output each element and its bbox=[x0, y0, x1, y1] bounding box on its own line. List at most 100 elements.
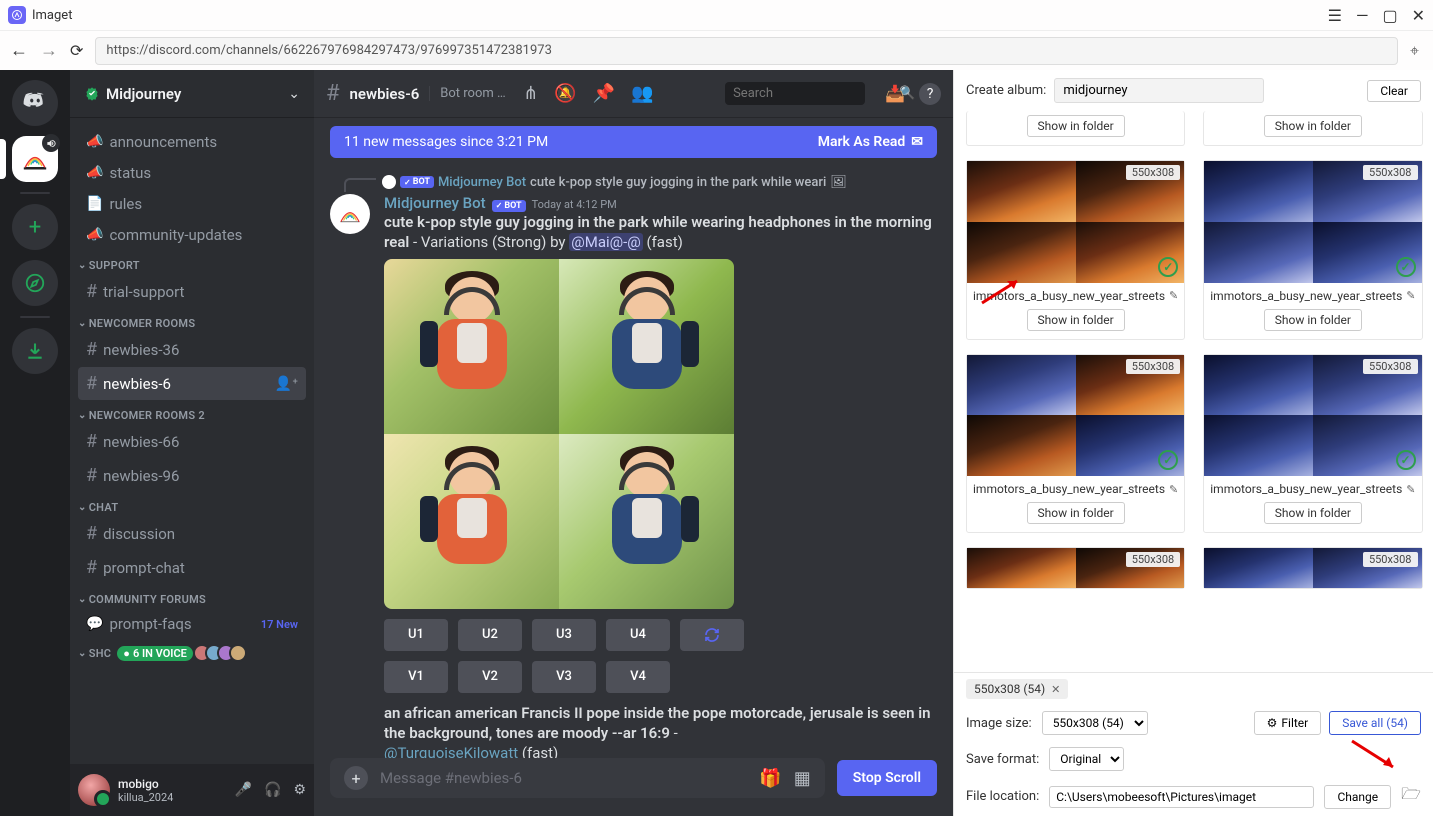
brush-icon[interactable]: ⌖ bbox=[1410, 41, 1419, 61]
show-in-folder-button[interactable]: Show in folder bbox=[1264, 502, 1362, 524]
open-folder-icon[interactable]: 🗁 bbox=[1401, 783, 1421, 810]
thumbnail[interactable]: 550x308 bbox=[1204, 355, 1421, 477]
clear-button[interactable]: Clear bbox=[1367, 80, 1421, 102]
server-header[interactable]: Midjourney ⌄ bbox=[70, 70, 314, 118]
album-name-input[interactable] bbox=[1054, 78, 1264, 103]
image-cell[interactable] bbox=[384, 259, 559, 434]
channel-discussion[interactable]: #discussion bbox=[78, 517, 306, 550]
url-input[interactable] bbox=[95, 37, 1398, 65]
edit-title-icon[interactable]: ✎ bbox=[1169, 483, 1178, 496]
channel-prompt-chat[interactable]: #prompt-chat bbox=[78, 551, 306, 584]
chat-search[interactable]: 🔍 bbox=[725, 82, 865, 105]
mic-muted-icon[interactable]: 🎤 bbox=[235, 782, 252, 798]
back-icon[interactable]: ← bbox=[10, 40, 28, 61]
settings-icon[interactable]: ⚙ bbox=[293, 782, 306, 798]
channel-community-updates[interactable]: 📣community-updates bbox=[78, 220, 306, 250]
selected-check-icon[interactable] bbox=[1158, 257, 1178, 277]
show-in-folder-button[interactable]: Show in folder bbox=[1027, 309, 1125, 331]
discord-home-button[interactable] bbox=[12, 80, 58, 126]
selected-check-icon[interactable] bbox=[1396, 450, 1416, 470]
explore-button[interactable] bbox=[12, 260, 58, 306]
image-grid[interactable] bbox=[384, 259, 734, 609]
stop-scroll-button[interactable]: Stop Scroll bbox=[837, 760, 937, 796]
u2-button[interactable]: U2 bbox=[458, 619, 522, 651]
gif-icon[interactable]: ▦ bbox=[794, 768, 811, 789]
help-icon[interactable]: ? bbox=[919, 83, 941, 105]
attach-icon[interactable]: + bbox=[344, 766, 368, 790]
channel-status[interactable]: 📣status bbox=[78, 158, 306, 188]
threads-icon[interactable]: ⋔ bbox=[523, 83, 538, 104]
size-filter-chip[interactable]: 550x308 (54)✕ bbox=[966, 679, 1068, 699]
channel-newbies-66[interactable]: #newbies-66 bbox=[78, 425, 306, 458]
show-in-folder-button[interactable]: Show in folder bbox=[1264, 309, 1362, 331]
minimize-icon[interactable]: — bbox=[1356, 6, 1369, 25]
edit-title-icon[interactable]: ✎ bbox=[1406, 289, 1415, 302]
v3-button[interactable]: V3 bbox=[532, 661, 596, 693]
add-user-icon[interactable]: 👤⁺ bbox=[275, 376, 298, 392]
image-cell[interactable] bbox=[384, 434, 559, 609]
u1-button[interactable]: U1 bbox=[384, 619, 448, 651]
notifications-icon[interactable]: 🔕 bbox=[554, 83, 576, 104]
image-cell[interactable] bbox=[559, 259, 734, 434]
show-in-folder-button[interactable]: Show in folder bbox=[1027, 115, 1125, 137]
category-chat[interactable]: CHAT bbox=[70, 493, 314, 516]
thumbnail[interactable]: 550x308 bbox=[967, 355, 1184, 477]
filter-button[interactable]: ⚙Filter bbox=[1254, 711, 1322, 735]
v2-button[interactable]: V2 bbox=[458, 661, 522, 693]
reply-reference[interactable]: BOT Midjourney Bot cute k-pop style guy … bbox=[382, 172, 937, 192]
u4-button[interactable]: U4 bbox=[606, 619, 670, 651]
message-author[interactable]: Midjourney Bot bbox=[384, 194, 486, 212]
new-messages-bar[interactable]: 11 new messages since 3:21 PM Mark As Re… bbox=[330, 126, 937, 158]
forward-icon[interactable]: → bbox=[40, 40, 58, 61]
image-cell[interactable] bbox=[559, 434, 734, 609]
category-support[interactable]: SUPPORT bbox=[70, 251, 314, 274]
category-shc[interactable]: SHC bbox=[78, 647, 111, 660]
search-input[interactable] bbox=[733, 86, 899, 101]
thumbnail[interactable]: 550x308 bbox=[967, 161, 1184, 283]
channel-announcements[interactable]: 📣announcements bbox=[78, 127, 306, 157]
thumbnail[interactable]: 550x308 bbox=[1204, 548, 1421, 588]
image-size-select[interactable]: 550x308 (54) bbox=[1042, 711, 1148, 735]
headphones-icon[interactable]: 🎧 bbox=[264, 782, 281, 798]
channel-rules[interactable]: 📄rules bbox=[78, 189, 306, 219]
chat-input[interactable]: + 🎁 ▦ bbox=[330, 758, 825, 798]
close-icon[interactable]: ✕ bbox=[1412, 6, 1425, 25]
channel-newbies-96[interactable]: #newbies-96 bbox=[78, 459, 306, 492]
v1-button[interactable]: V1 bbox=[384, 661, 448, 693]
hamburger-icon[interactable]: ☰ bbox=[1328, 6, 1342, 25]
selected-check-icon[interactable] bbox=[1396, 257, 1416, 277]
remove-chip-icon[interactable]: ✕ bbox=[1051, 683, 1060, 696]
category-forums[interactable]: COMMUNITY FORUMS bbox=[70, 585, 314, 608]
show-in-folder-button[interactable]: Show in folder bbox=[1027, 502, 1125, 524]
mention[interactable]: @Mai@-@ bbox=[569, 233, 642, 251]
channel-newbies-6[interactable]: #newbies-6👤⁺ bbox=[78, 367, 306, 400]
thumbnail[interactable]: 550x308 bbox=[967, 548, 1184, 588]
user-avatar[interactable] bbox=[78, 774, 110, 806]
edit-title-icon[interactable]: ✎ bbox=[1169, 289, 1178, 302]
save-all-button[interactable]: Save all (54) bbox=[1329, 711, 1421, 735]
pinned-icon[interactable]: 📌 bbox=[593, 83, 615, 104]
channel-trial-support[interactable]: #trial-support bbox=[78, 275, 306, 308]
category-newcomer-2[interactable]: NEWCOMER ROOMS 2 bbox=[70, 401, 314, 424]
server-midjourney[interactable] bbox=[12, 136, 58, 182]
thumbnail[interactable]: 550x308 bbox=[1204, 161, 1421, 283]
bot-avatar[interactable] bbox=[330, 194, 370, 234]
edit-title-icon[interactable]: ✎ bbox=[1406, 483, 1415, 496]
reroll-button[interactable] bbox=[680, 619, 744, 651]
u3-button[interactable]: U3 bbox=[532, 619, 596, 651]
change-location-button[interactable]: Change bbox=[1324, 785, 1391, 809]
inbox-icon[interactable]: 📥 bbox=[885, 84, 905, 103]
file-location-input[interactable] bbox=[1049, 786, 1314, 808]
v4-button[interactable]: V4 bbox=[606, 661, 670, 693]
maximize-icon[interactable]: ▢ bbox=[1382, 6, 1397, 25]
voice-count-pill[interactable]: ●6 IN VOICE bbox=[117, 646, 193, 661]
gallery[interactable]: Show in folder Show in folder 550x308 im… bbox=[954, 111, 1433, 672]
message-input[interactable] bbox=[380, 769, 747, 787]
mark-as-read-button[interactable]: Mark As Read ✉ bbox=[818, 134, 923, 150]
message-list[interactable]: BOT Midjourney Bot cute k-pop style guy … bbox=[314, 158, 953, 758]
gift-icon[interactable]: 🎁 bbox=[759, 768, 781, 789]
add-server-button[interactable]: + bbox=[12, 204, 58, 250]
category-newcomer[interactable]: NEWCOMER ROOMS bbox=[70, 309, 314, 332]
show-in-folder-button[interactable]: Show in folder bbox=[1264, 115, 1362, 137]
refresh-icon[interactable]: ⟳ bbox=[70, 41, 83, 60]
